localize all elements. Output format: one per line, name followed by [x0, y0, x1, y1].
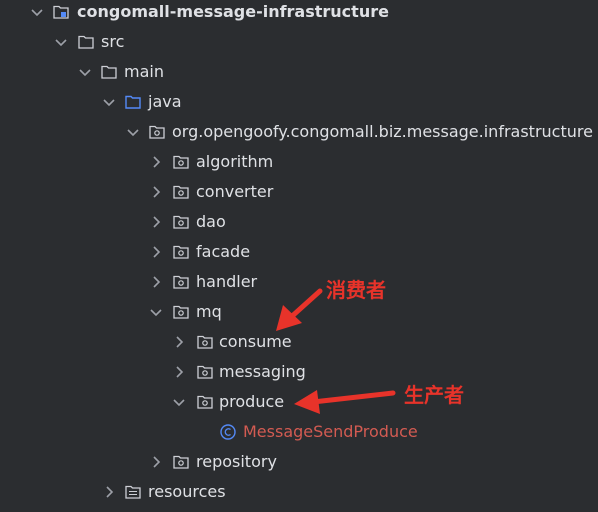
annotation-arrows — [276, 288, 396, 414]
consumer-arrow — [276, 288, 323, 331]
producer-arrow — [294, 390, 396, 414]
